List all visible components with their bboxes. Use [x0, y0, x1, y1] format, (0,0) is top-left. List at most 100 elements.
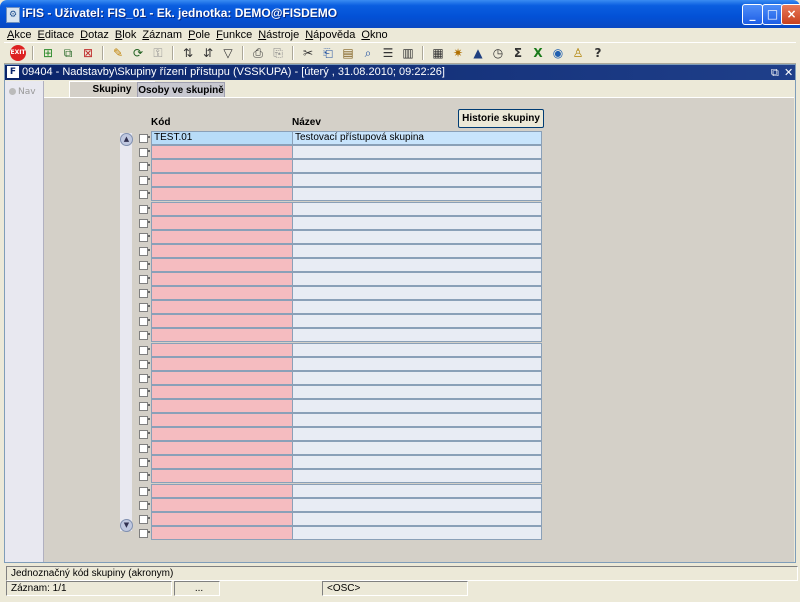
nazev-field[interactable] — [292, 173, 542, 188]
calculator-icon[interactable]: ▦ — [430, 45, 446, 61]
nazev-field[interactable] — [292, 215, 542, 230]
copy-icon[interactable]: ⎗ — [320, 45, 336, 61]
help-person-icon[interactable]: ♙ — [570, 45, 586, 61]
table-row[interactable] — [119, 441, 619, 456]
nazev-field[interactable] — [292, 384, 542, 399]
paste-icon[interactable]: ▤ — [340, 45, 356, 61]
table-row[interactable] — [119, 229, 619, 244]
table-row[interactable] — [119, 286, 619, 301]
kod-field[interactable] — [151, 413, 293, 427]
kod-field[interactable] — [151, 328, 293, 343]
menu-item[interactable]: Akce — [4, 28, 34, 42]
row-select-checkbox[interactable] — [139, 373, 148, 383]
kod-field[interactable] — [151, 511, 293, 526]
nazev-field[interactable] — [292, 370, 542, 385]
save-icon[interactable]: ✎ — [110, 45, 126, 61]
nazev-field[interactable] — [292, 469, 542, 484]
menu-item[interactable]: Okno — [358, 28, 390, 42]
search-icon[interactable]: ⌕ — [360, 45, 376, 61]
table-row[interactable] — [119, 328, 619, 343]
nazev-field[interactable] — [292, 511, 542, 526]
kod-field[interactable]: TEST.01 — [151, 131, 293, 145]
chart-icon[interactable]: ▲ — [470, 45, 486, 61]
row-select-checkbox[interactable] — [139, 528, 148, 538]
kod-field[interactable] — [151, 300, 293, 315]
exit-icon[interactable]: EXIT — [10, 45, 26, 61]
row-select-checkbox[interactable] — [139, 289, 148, 299]
print-preview-icon[interactable]: ⎘ — [270, 45, 286, 61]
nazev-field[interactable] — [292, 187, 542, 202]
menu-item[interactable]: Záznam — [139, 28, 185, 42]
kod-field[interactable] — [151, 441, 293, 456]
table-row[interactable] — [119, 497, 619, 512]
menu-item[interactable]: Nápověda — [302, 28, 358, 42]
copy-record-icon[interactable]: ⧉ — [60, 45, 76, 61]
nazev-field[interactable] — [292, 201, 542, 216]
row-select-checkbox[interactable] — [139, 416, 148, 425]
minimize-button[interactable]: _ — [742, 4, 763, 25]
row-select-checkbox[interactable] — [139, 204, 148, 214]
kod-field[interactable] — [151, 469, 293, 484]
table-row[interactable] — [119, 356, 619, 371]
row-select-checkbox[interactable] — [139, 331, 148, 341]
nazev-field[interactable] — [292, 398, 542, 413]
columns-icon[interactable]: ▥ — [400, 45, 416, 61]
row-select-checkbox[interactable] — [139, 444, 148, 454]
table-row[interactable] — [119, 243, 619, 258]
table-row[interactable] — [119, 159, 619, 174]
kod-field[interactable] — [151, 201, 293, 216]
menu-item[interactable]: Blok — [112, 28, 139, 42]
nazev-field[interactable] — [292, 229, 542, 244]
nazev-field[interactable] — [292, 483, 542, 498]
nazev-field[interactable] — [292, 497, 542, 512]
row-select-checkbox[interactable] — [139, 162, 148, 172]
nazev-field[interactable] — [292, 413, 542, 427]
table-row[interactable] — [119, 525, 619, 540]
table-row[interactable]: TEST.01 Testovací přístupová skupina — [119, 131, 619, 145]
nazev-field[interactable] — [292, 272, 542, 286]
nazev-field[interactable] — [292, 525, 542, 540]
help-icon[interactable]: ? — [590, 45, 606, 61]
table-row[interactable] — [119, 201, 619, 216]
nazev-field[interactable] — [292, 314, 542, 329]
kod-field[interactable] — [151, 145, 293, 160]
form-close-icon[interactable]: ✕ — [784, 65, 793, 80]
nazev-field[interactable] — [292, 455, 542, 470]
menu-item[interactable]: Funkce — [213, 28, 255, 42]
insert-record-icon[interactable]: ⊞ — [40, 45, 56, 61]
kod-field[interactable] — [151, 384, 293, 399]
table-row[interactable] — [119, 173, 619, 188]
history-button[interactable]: Historie skupiny — [458, 109, 544, 128]
delete-record-icon[interactable]: ⊠ — [80, 45, 96, 61]
table-row[interactable] — [119, 342, 619, 357]
row-select-checkbox[interactable] — [139, 401, 148, 411]
close-button[interactable]: × — [781, 4, 800, 25]
sort-descending-icon[interactable]: ⇵ — [200, 45, 216, 61]
kod-field[interactable] — [151, 427, 293, 442]
kod-field[interactable] — [151, 173, 293, 188]
table-row[interactable] — [119, 511, 619, 526]
table-row[interactable] — [119, 427, 619, 442]
row-select-checkbox[interactable] — [139, 317, 148, 327]
nazev-field[interactable] — [292, 342, 542, 357]
row-select-checkbox[interactable] — [139, 190, 148, 200]
table-row[interactable] — [119, 370, 619, 385]
nav-toggle[interactable]: Nav — [9, 87, 36, 97]
clock-icon[interactable]: ◷ — [490, 45, 506, 61]
kod-field[interactable] — [151, 455, 293, 470]
row-select-checkbox[interactable] — [139, 472, 148, 482]
table-row[interactable] — [119, 145, 619, 160]
cut-icon[interactable]: ✂ — [300, 45, 316, 61]
nazev-field[interactable] — [292, 328, 542, 343]
kod-field[interactable] — [151, 215, 293, 230]
refresh-icon[interactable]: ⟳ — [130, 45, 146, 61]
kod-field[interactable] — [151, 525, 293, 540]
nazev-field[interactable] — [292, 427, 542, 442]
menu-item[interactable]: Pole — [185, 28, 213, 42]
kod-field[interactable] — [151, 370, 293, 385]
nazev-field[interactable] — [292, 145, 542, 160]
row-select-checkbox[interactable] — [139, 303, 148, 313]
kod-field[interactable] — [151, 356, 293, 371]
table-row[interactable] — [119, 384, 619, 399]
row-select-checkbox[interactable] — [139, 148, 148, 158]
